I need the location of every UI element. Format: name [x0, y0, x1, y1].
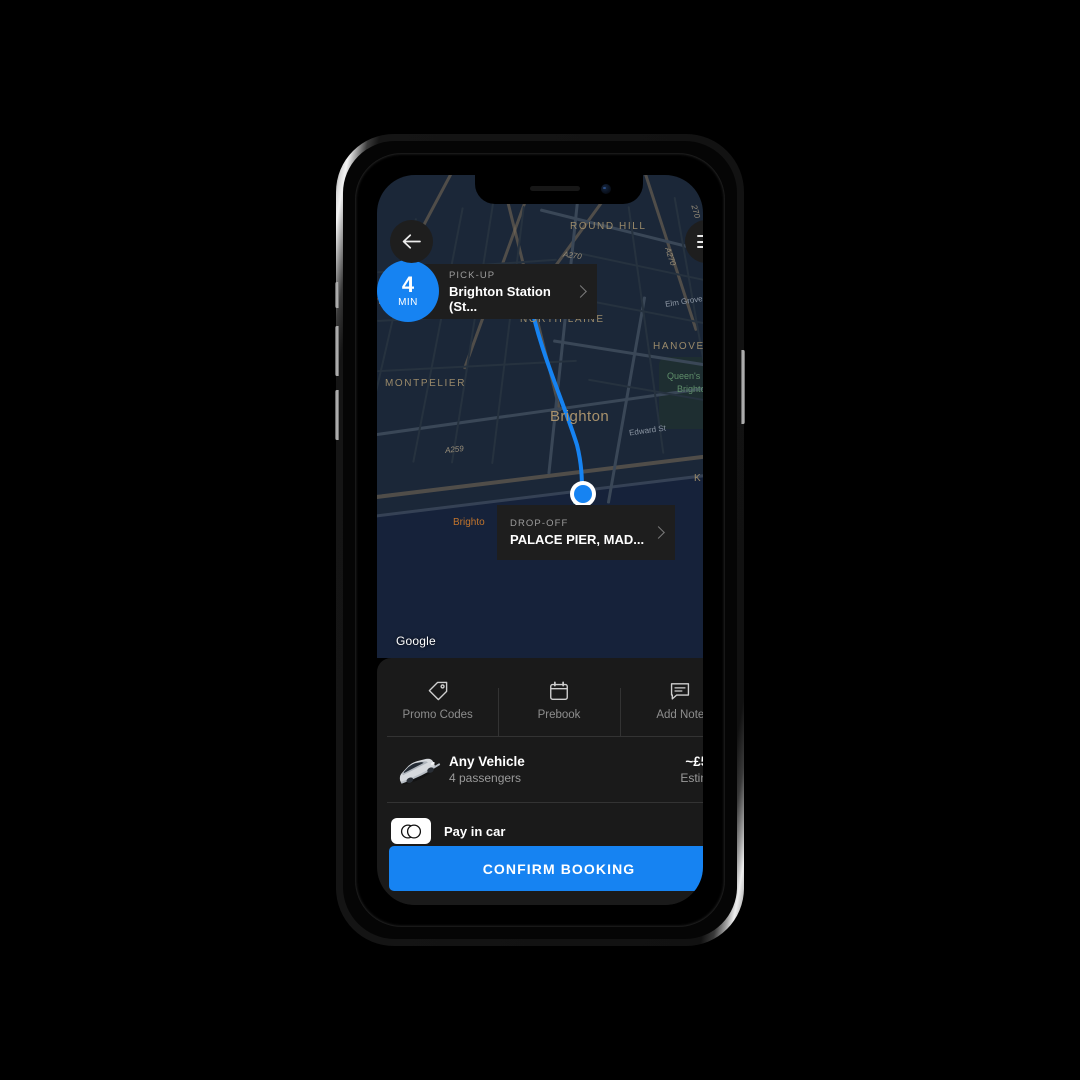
vehicle-selection-row[interactable]: Any Vehicle 4 passengers ~£5.10 Estimate — [377, 737, 703, 802]
quick-actions-row: Promo Codes Prebook Add Note — [377, 658, 703, 736]
pickup-location-card[interactable]: 4 MIN PICK-UP Brighton Station (St... — [377, 260, 597, 322]
vehicle-price-block: ~£5.10 Estimate — [680, 754, 703, 785]
dropoff-location-card[interactable]: DROP-OFF PALACE PIER, MAD... — [497, 505, 675, 560]
vehicle-text-block: Any Vehicle 4 passengers — [441, 754, 680, 785]
home-indicator-area — [377, 896, 703, 905]
hamburger-menu-icon — [697, 232, 703, 252]
eta-unit: MIN — [398, 297, 418, 308]
phone-inner-shell: ROUND HILL HANOVER NORTH LAINE MONTPELIE… — [343, 141, 737, 939]
eta-value: 4 — [401, 272, 415, 297]
phone-screen: ROUND HILL HANOVER NORTH LAINE MONTPELIE… — [377, 175, 703, 905]
chevron-right-icon — [574, 285, 587, 298]
dropoff-address: PALACE PIER, MAD... — [510, 532, 645, 547]
add-note-label: Add Note — [656, 708, 703, 721]
payment-method-label: Pay in car — [444, 823, 506, 839]
vehicle-price: ~£5.10 — [685, 754, 703, 769]
dropoff-dot-core — [574, 485, 592, 503]
prebook-label: Prebook — [537, 708, 581, 721]
promo-codes-button[interactable]: Promo Codes — [377, 680, 498, 721]
prebook-button[interactable]: Prebook — [498, 680, 619, 736]
chevron-right-icon — [652, 526, 665, 539]
eta-bubble: 4 MIN — [377, 260, 439, 322]
dropoff-text-block: DROP-OFF PALACE PIER, MAD... — [497, 518, 654, 547]
pickup-address: Brighton Station (St... — [449, 283, 551, 314]
map-canvas[interactable]: ROUND HILL HANOVER NORTH LAINE MONTPELIE… — [377, 175, 703, 658]
google-watermark: Google — [396, 634, 436, 648]
dropoff-kicker: DROP-OFF — [510, 518, 569, 529]
pickup-kicker: PICK-UP — [449, 269, 496, 281]
device-notch — [475, 175, 643, 204]
mute-switch[interactable] — [335, 282, 339, 308]
phone-bezel: ROUND HILL HANOVER NORTH LAINE MONTPELIE… — [355, 153, 725, 927]
message-icon — [671, 682, 690, 700]
back-button[interactable] — [390, 220, 433, 263]
front-camera — [601, 184, 611, 194]
card-circles-glyph — [400, 823, 422, 839]
vehicle-name: Any Vehicle — [449, 754, 525, 769]
phone-device-frame: ROUND HILL HANOVER NORTH LAINE MONTPELIE… — [335, 134, 745, 946]
booking-sheet: Promo Codes Prebook Add Note Any Vehicle… — [377, 658, 703, 905]
power-button[interactable] — [741, 350, 745, 424]
calendar-icon — [550, 681, 568, 700]
tag-icon — [428, 681, 447, 700]
app-viewport: ROUND HILL HANOVER NORTH LAINE MONTPELIE… — [377, 175, 703, 905]
earpiece-speaker — [530, 186, 580, 191]
vehicle-capacity: 4 passengers — [449, 771, 522, 785]
car-icon — [399, 758, 441, 784]
vehicle-price-caption: Estimate — [680, 771, 703, 785]
arrow-left-icon — [402, 234, 421, 249]
volume-down-button[interactable] — [335, 390, 339, 440]
route-polyline — [527, 293, 584, 495]
confirm-booking-button[interactable]: CONFIRM BOOKING — [389, 846, 703, 891]
screenshot-stage: ROUND HILL HANOVER NORTH LAINE MONTPELIE… — [0, 0, 1080, 1080]
dropoff-dot-marker[interactable] — [570, 481, 596, 507]
add-note-button[interactable]: Add Note — [619, 680, 703, 736]
card-circles-icon — [391, 818, 431, 844]
promo-codes-label: Promo Codes — [402, 708, 473, 721]
volume-up-button[interactable] — [335, 326, 339, 376]
